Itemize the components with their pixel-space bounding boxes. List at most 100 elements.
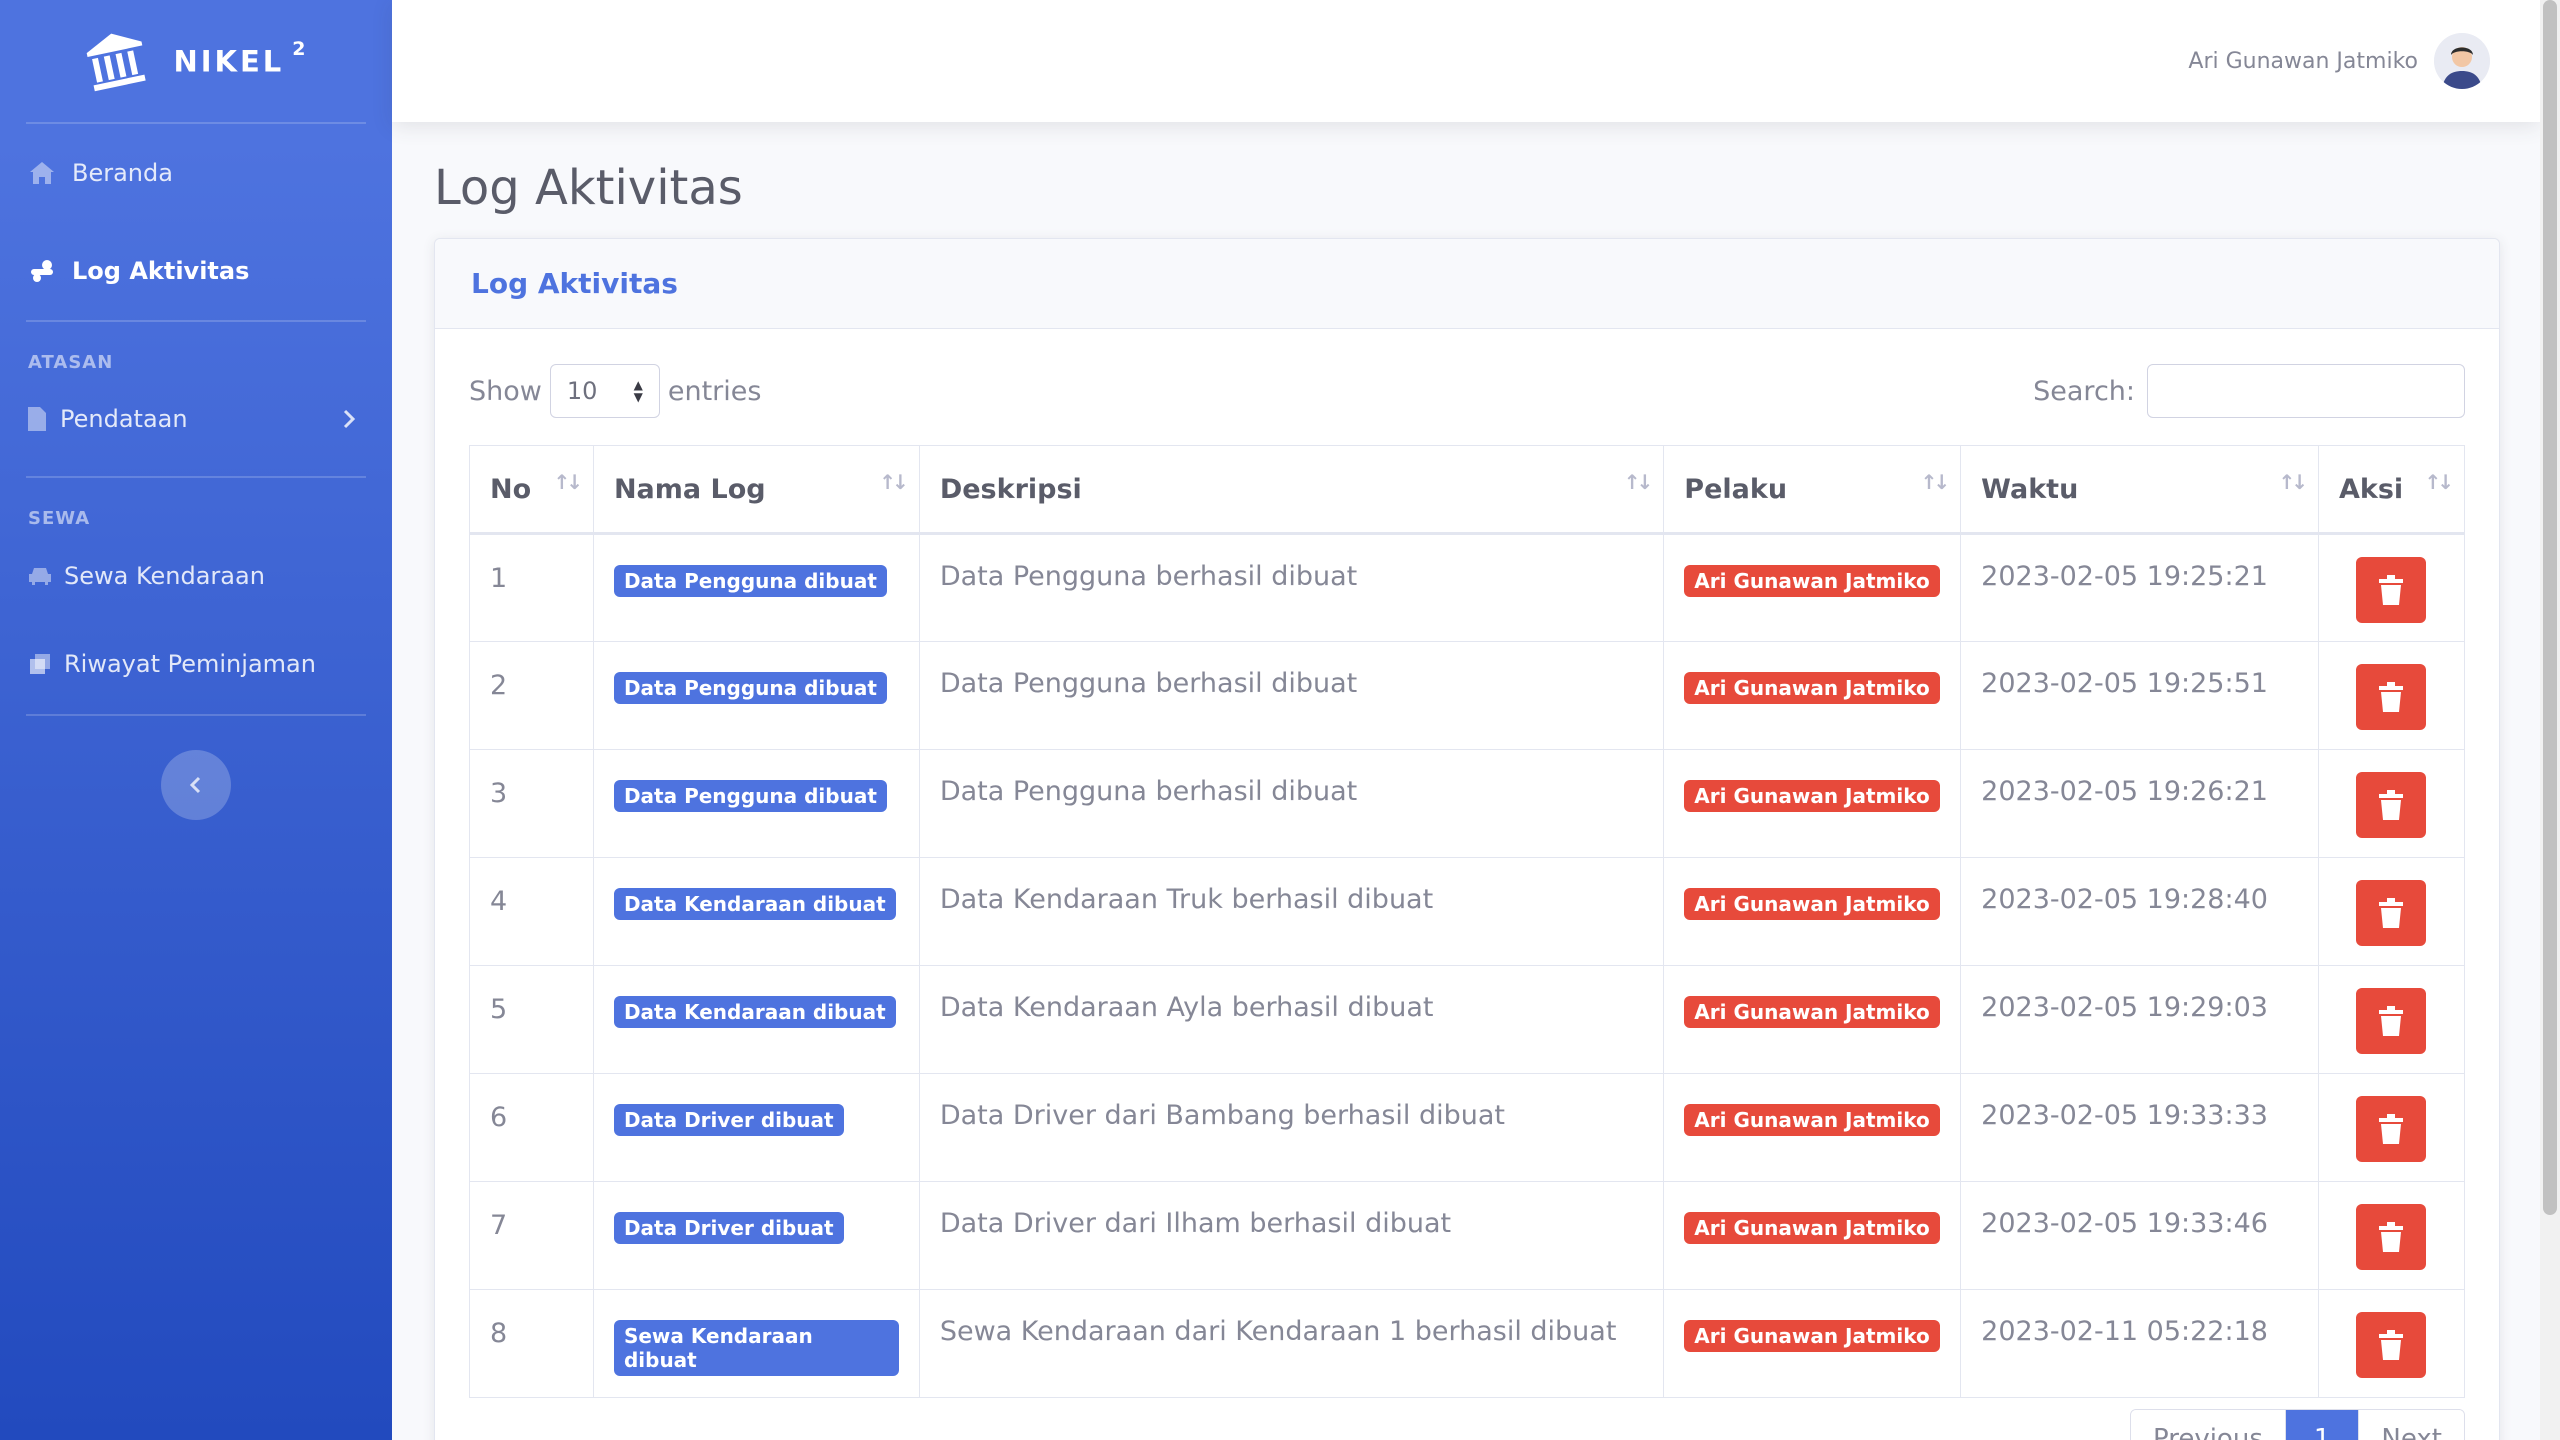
sidebar-item-beranda[interactable]: Beranda: [0, 124, 392, 222]
sidebar-toggle-button[interactable]: [161, 750, 231, 820]
sidebar-item-sewa-kendaraan[interactable]: Sewa Kendaraan: [0, 538, 392, 614]
column-header-deskripsi[interactable]: Deskripsi ↑↓: [918, 445, 1665, 535]
delete-button[interactable]: [2356, 772, 2427, 838]
column-header-label: Nama Log: [613, 473, 766, 505]
cell-pelaku: Ari Gunawan Jatmiko: [1663, 641, 1962, 750]
cell-pelaku: Ari Gunawan Jatmiko: [1663, 1073, 1962, 1182]
show-label: Show: [469, 375, 542, 407]
cell-no: 4: [469, 857, 594, 966]
table-row: 7 Data Driver dibuat Data Driver dari Il…: [469, 1181, 2466, 1290]
sidebar-item-label: Pendataan: [60, 405, 188, 433]
cell-aksi: [2317, 965, 2466, 1074]
cell-pelaku: Ari Gunawan Jatmiko: [1663, 1289, 1962, 1398]
cell-pelaku: Ari Gunawan Jatmiko: [1663, 1181, 1962, 1290]
delete-button[interactable]: [2356, 557, 2427, 623]
search-input[interactable]: [2147, 364, 2465, 418]
cell-nama-log: Data Pengguna dibuat: [592, 533, 920, 642]
delete-button[interactable]: [2356, 1096, 2427, 1162]
cell-aksi: [2317, 533, 2466, 642]
log-table: No ↑↓ Nama Log ↑↓ Deskripsi ↑↓ Pelaku ↑↓ Wak…: [469, 445, 2466, 1398]
actor-badge: Ari Gunawan Jatmiko: [1684, 1104, 1940, 1136]
search-label: Search:: [2033, 375, 2135, 407]
sidebar-item-label: Sewa Kendaraan: [64, 562, 265, 590]
column-header-nama-log[interactable]: Nama Log ↑↓: [592, 445, 920, 535]
sidebar-item-riwayat-peminjaman[interactable]: Riwayat Peminjaman: [0, 614, 392, 714]
select-arrows-icon: ▲ ▼: [633, 378, 643, 404]
actor-badge: Ari Gunawan Jatmiko: [1684, 888, 1940, 920]
delete-button[interactable]: [2356, 1312, 2427, 1378]
pagination-next[interactable]: Next: [2358, 1410, 2464, 1440]
cell-deskripsi: Data Pengguna berhasil dibuat: [918, 641, 1665, 750]
table-search: Search:: [2033, 364, 2465, 418]
trash-icon: [2379, 575, 2404, 605]
column-header-label: No: [490, 473, 532, 505]
scrollbar-thumb[interactable]: [2543, 0, 2557, 1215]
chevron-left-icon: [189, 776, 201, 794]
avatar[interactable]: [2434, 33, 2490, 89]
cell-deskripsi: Data Driver dari Ilham berhasil dibuat: [918, 1181, 1665, 1290]
column-header-label: Aksi: [2338, 473, 2404, 505]
cell-nama-log: Data Driver dibuat: [592, 1073, 920, 1182]
column-header-label: Pelaku: [1684, 473, 1788, 505]
table-header-row: No ↑↓ Nama Log ↑↓ Deskripsi ↑↓ Pelaku ↑↓ Wak…: [469, 445, 2466, 535]
log-name-badge: Data Kendaraan dibuat: [613, 888, 896, 920]
sort-icon: ↑↓: [879, 470, 908, 494]
card-header: Log Aktivitas: [435, 239, 2499, 329]
cell-aksi: [2317, 857, 2466, 966]
brand[interactable]: NIKEL 2: [0, 0, 392, 122]
cell-no: 5: [469, 965, 594, 1074]
entries-select[interactable]: 10 ▲ ▼: [549, 364, 660, 418]
column-header-label: Deskripsi: [939, 473, 1082, 505]
sidebar-item-log-aktivitas[interactable]: Log Aktivitas: [0, 222, 392, 320]
cell-nama-log: Data Kendaraan dibuat: [592, 965, 920, 1074]
table-row: 4 Data Kendaraan dibuat Data Kendaraan T…: [469, 857, 2466, 966]
cell-pelaku: Ari Gunawan Jatmiko: [1663, 749, 1962, 858]
column-header-aksi[interactable]: Aksi ↑↓: [2317, 445, 2466, 535]
bank-logo-icon: [87, 33, 147, 92]
copy-icon: [28, 650, 52, 678]
cell-no: 6: [469, 1073, 594, 1182]
actor-badge: Ari Gunawan Jatmiko: [1684, 565, 1940, 597]
pagination-page[interactable]: 1: [2284, 1410, 2359, 1440]
table-row: 6 Data Driver dibuat Data Driver dari Ba…: [469, 1073, 2466, 1182]
user-name[interactable]: Ari Gunawan Jatmiko: [2188, 49, 2418, 74]
cell-nama-log: Data Driver dibuat: [592, 1181, 920, 1290]
log-name-badge: Data Pengguna dibuat: [613, 672, 887, 704]
cell-no: 7: [469, 1181, 594, 1290]
cell-pelaku: Ari Gunawan Jatmiko: [1663, 533, 1962, 642]
delete-button[interactable]: [2356, 880, 2427, 946]
card-title: Log Aktivitas: [471, 267, 678, 300]
cell-nama-log: Data Pengguna dibuat: [592, 641, 920, 750]
delete-button[interactable]: [2356, 988, 2427, 1054]
sort-icon: ↑↓: [1920, 470, 1950, 494]
pagination-previous[interactable]: Previous: [2130, 1410, 2285, 1440]
column-header-pelaku[interactable]: Pelaku ↑↓: [1663, 445, 1962, 535]
sidebar-item-label: Riwayat Peminjaman: [64, 650, 316, 678]
delete-button[interactable]: [2356, 664, 2427, 730]
delete-button[interactable]: [2356, 1204, 2427, 1270]
sort-icon: ↑↓: [2424, 470, 2453, 494]
cell-deskripsi: Data Kendaraan Truk berhasil dibuat: [918, 857, 1665, 966]
actor-badge: Ari Gunawan Jatmiko: [1684, 780, 1940, 812]
cell-deskripsi: Sewa Kendaraan dari Kendaraan 1 berhasil…: [918, 1289, 1665, 1398]
sidebar-item-pendataan[interactable]: Pendataan: [0, 382, 392, 456]
trash-icon: [2379, 1006, 2404, 1036]
cell-deskripsi: Data Pengguna berhasil dibuat: [918, 533, 1665, 642]
chevron-right-icon: [343, 409, 356, 429]
cell-deskripsi: Data Driver dari Bambang berhasil dibuat: [918, 1073, 1665, 1182]
sort-icon: ↑↓: [1623, 470, 1653, 494]
cell-waktu: 2023-02-05 19:28:40: [1960, 857, 2319, 966]
sort-icon: ↑↓: [2278, 470, 2307, 494]
cell-waktu: 2023-02-11 05:22:18: [1960, 1289, 2319, 1398]
page-scrollbar[interactable]: [2540, 0, 2560, 1440]
cell-aksi: [2317, 1073, 2466, 1182]
card-body: Show 10 ▲ ▼ entries Search: No ↑↓ Nama Log…: [435, 329, 2499, 1432]
cell-waktu: 2023-02-05 19:25:21: [1960, 533, 2319, 642]
column-header-waktu[interactable]: Waktu ↑↓: [1960, 445, 2319, 535]
cell-deskripsi: Data Kendaraan Ayla berhasil dibuat: [918, 965, 1665, 1074]
cell-no: 2: [469, 641, 594, 750]
sidebar-heading-sewa: SEWA: [28, 508, 91, 529]
column-header-no[interactable]: No ↑↓: [469, 445, 594, 535]
table-row: 1 Data Pengguna dibuat Data Pengguna ber…: [469, 533, 2466, 642]
cell-waktu: 2023-02-05 19:33:33: [1960, 1073, 2319, 1182]
